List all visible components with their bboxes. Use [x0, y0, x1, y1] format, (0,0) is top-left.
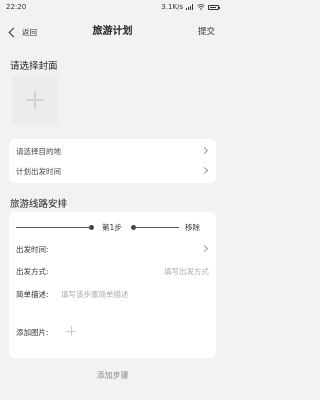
- step-divider-left: [16, 227, 90, 228]
- route-section-title: 旅游线路安排: [10, 199, 68, 210]
- chevron-right-icon: [200, 244, 209, 253]
- destination-row[interactable]: 请选择目的地: [9, 141, 216, 161]
- signal-icon: [186, 4, 194, 10]
- departure-method-input[interactable]: 填写出发方式: [164, 266, 209, 277]
- network-speed: 3.1K/s: [161, 3, 183, 11]
- step-departure-time-row[interactable]: [9, 239, 216, 259]
- remove-step-button[interactable]: 移除: [185, 222, 200, 233]
- chevron-right-icon: [200, 166, 209, 175]
- chevron-right-icon: [200, 146, 209, 155]
- status-time: 22:20: [6, 3, 27, 11]
- description-input[interactable]: 填写该步骤简单描述: [61, 289, 129, 300]
- add-picture-plus-icon[interactable]: [66, 326, 76, 336]
- add-step-button[interactable]: 添加步骤: [0, 370, 225, 381]
- status-icons: 3.1K/s: [161, 3, 220, 11]
- add-picture-label: 添加图片:: [16, 328, 49, 337]
- departure-time-row[interactable]: 计划出发时间: [9, 161, 216, 181]
- battery-icon: [208, 4, 220, 10]
- step-departure-method-label: 出发方式:: [16, 267, 49, 276]
- destination-label: 请选择目的地: [16, 147, 61, 156]
- step-divider-right: [135, 227, 179, 228]
- submit-button[interactable]: 提交: [198, 24, 215, 40]
- trip-info-card: 请选择目的地 计划出发时间: [9, 139, 216, 183]
- step-description-label: 简单描述:: [16, 290, 49, 299]
- nav-bar: 返回 旅游计划 提交: [0, 16, 225, 48]
- step-label: 第1步: [102, 223, 122, 232]
- step-dot-left: [89, 225, 94, 230]
- page-title: 旅游计划: [92, 26, 133, 37]
- wifi-icon: [197, 4, 205, 10]
- departure-time-label: 计划出发时间: [16, 167, 61, 176]
- add-cover-button[interactable]: [12, 75, 58, 125]
- status-bar: 22:20 3.1K/s: [0, 0, 225, 16]
- cover-section-title: 请选择封面: [10, 61, 58, 72]
- plus-icon: [26, 91, 44, 109]
